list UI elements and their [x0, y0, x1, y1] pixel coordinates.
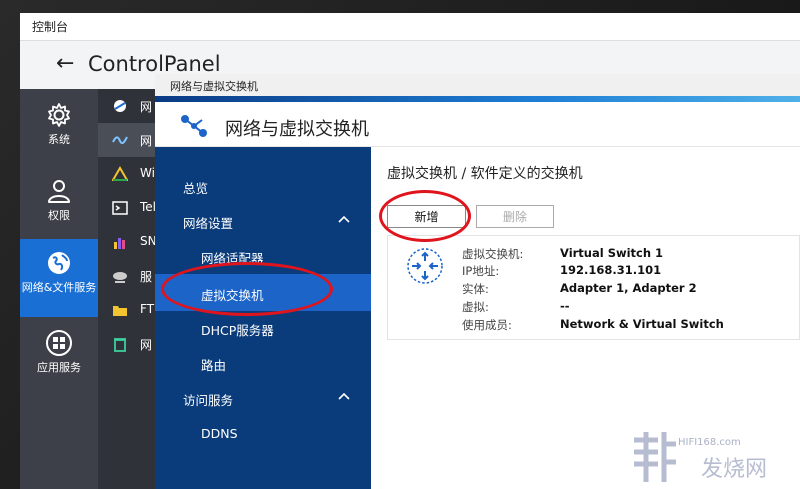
menu-label-overview: 总览: [183, 181, 209, 196]
menu-label-dhcp: DHCP服务器: [201, 323, 274, 338]
virtual-switch-card[interactable]: 虚拟交换机: Virtual Switch 1 IP地址: 192.168.31…: [387, 235, 800, 340]
subnav-item[interactable]: FT: [98, 293, 158, 327]
sidebar-label-permission: 权限: [48, 209, 70, 222]
watermark-text: 发烧网: [701, 457, 768, 482]
globe-icon: [48, 252, 70, 274]
subnav-item[interactable]: 网: [98, 327, 158, 361]
subnav-label: 网: [140, 100, 153, 114]
subnav-item[interactable]: 网: [98, 89, 158, 123]
menu-item-dhcp-server[interactable]: DHCP服务器: [155, 311, 371, 345]
switch-name-key: 虚拟交换机:: [462, 247, 524, 261]
terminal-icon: [112, 201, 128, 215]
triangle-icon: [112, 166, 128, 181]
breadcrumb: 虚拟交换机 / 软件定义的交换机: [387, 166, 583, 182]
satellite-icon: [113, 272, 127, 283]
menu-label-virtual-switch: 虚拟交换机: [201, 288, 264, 303]
titlebar-text: 控制台: [32, 20, 69, 34]
menu-group-access-services[interactable]: 访问服务: [155, 381, 371, 415]
subnav-label: FT: [140, 302, 155, 316]
menu-group-network-settings[interactable]: 网络设置: [155, 204, 371, 238]
subnav-label: Wi: [140, 166, 155, 180]
sidebar-item-network-file-services[interactable]: 网络&文件服务: [20, 239, 98, 317]
menu-item-network-adapters[interactable]: 网络适配器: [155, 239, 371, 273]
subnav-item[interactable]: SN: [98, 225, 158, 259]
watermark-url: HIFI168.com: [678, 437, 741, 448]
subnav-label: 网: [140, 338, 153, 352]
wave-icon: [112, 136, 128, 145]
virtual-switch-icon: [407, 248, 443, 284]
menu-item-overview[interactable]: 总览: [155, 169, 371, 203]
switch-virtual-key: 虚拟:: [462, 300, 489, 314]
subnav-item[interactable]: 服: [98, 259, 158, 293]
subnav-label: 网: [140, 134, 153, 148]
sidebar-label-apps: 应用服务: [37, 361, 81, 374]
gear-icon: [48, 103, 70, 127]
menu-item-virtual-switch[interactable]: 虚拟交换机: [155, 274, 371, 311]
main-sidebar: 系统 权限 网络&文件服务 应用服务: [20, 89, 98, 489]
window-titlebar-text: 网络与虚拟交换机: [170, 80, 258, 93]
back-arrow-icon[interactable]: ←: [56, 51, 74, 76]
delete-button[interactable]: 删除: [476, 205, 554, 228]
menu-label-access: 访问服务: [183, 393, 234, 408]
switch-ip-value: 192.168.31.101: [560, 263, 662, 277]
menu-label-route: 路由: [201, 358, 227, 373]
add-button[interactable]: 新增: [387, 205, 466, 228]
subnav-label: Tel: [140, 200, 157, 214]
window-header: 网络与虚拟交换机: [155, 102, 800, 147]
subnav-item-active[interactable]: 网: [98, 123, 158, 157]
subnav-label: 服: [140, 270, 153, 284]
switch-name-value: Virtual Switch 1: [560, 246, 664, 260]
switch-used-value: Network & Virtual Switch: [560, 317, 724, 331]
switch-ip-key: IP地址:: [462, 264, 500, 278]
switch-entity-key: 实体:: [462, 282, 489, 296]
network-switch-icon: [181, 115, 207, 137]
window-title: 网络与虚拟交换机: [225, 119, 369, 140]
page-title: ControlPanel: [88, 52, 221, 76]
folder-icon: [113, 306, 127, 316]
user-icon: [48, 180, 70, 203]
switch-virtual-value: --: [560, 299, 570, 313]
switch-entity-value: Adapter 1, Adapter 2: [560, 281, 697, 295]
window-side-menu: 总览 网络设置 网络适配器 虚拟交换机 DHCP服务器 路由 访问服务 DDNS: [155, 147, 371, 489]
subnav-item[interactable]: Wi: [98, 157, 158, 191]
sidebar-item-system[interactable]: 系统: [20, 91, 98, 167]
sidebar-label-network: 网络&文件服务: [21, 281, 97, 294]
sidebar-label-system: 系统: [48, 133, 70, 146]
switch-used-key: 使用成员:: [462, 318, 512, 332]
sidebar-item-app-services[interactable]: 应用服务: [20, 319, 98, 395]
trash-icon: [114, 338, 126, 352]
menu-item-ddns[interactable]: DDNS: [155, 417, 371, 451]
bar-chart-icon: [114, 238, 125, 249]
network-icon: [114, 100, 126, 112]
window-titlebar[interactable]: 网络与虚拟交换机: [155, 74, 800, 96]
menu-label-network-settings: 网络设置: [183, 216, 234, 231]
chevron-up-icon: [338, 215, 350, 223]
sidebar-item-permission[interactable]: 权限: [20, 167, 98, 243]
menu-label-ddns: DDNS: [201, 426, 238, 441]
chevron-up-icon: [338, 392, 350, 400]
sub-navigation: 网 网 Wi Tel SN 服 FT 网: [98, 89, 158, 489]
menu-label-adapters: 网络适配器: [201, 251, 264, 266]
menu-item-route[interactable]: 路由: [155, 346, 371, 380]
subnav-item[interactable]: Tel: [98, 191, 158, 225]
grid-icon: [46, 330, 72, 356]
control-panel-titlebar: 控制台: [20, 13, 800, 41]
